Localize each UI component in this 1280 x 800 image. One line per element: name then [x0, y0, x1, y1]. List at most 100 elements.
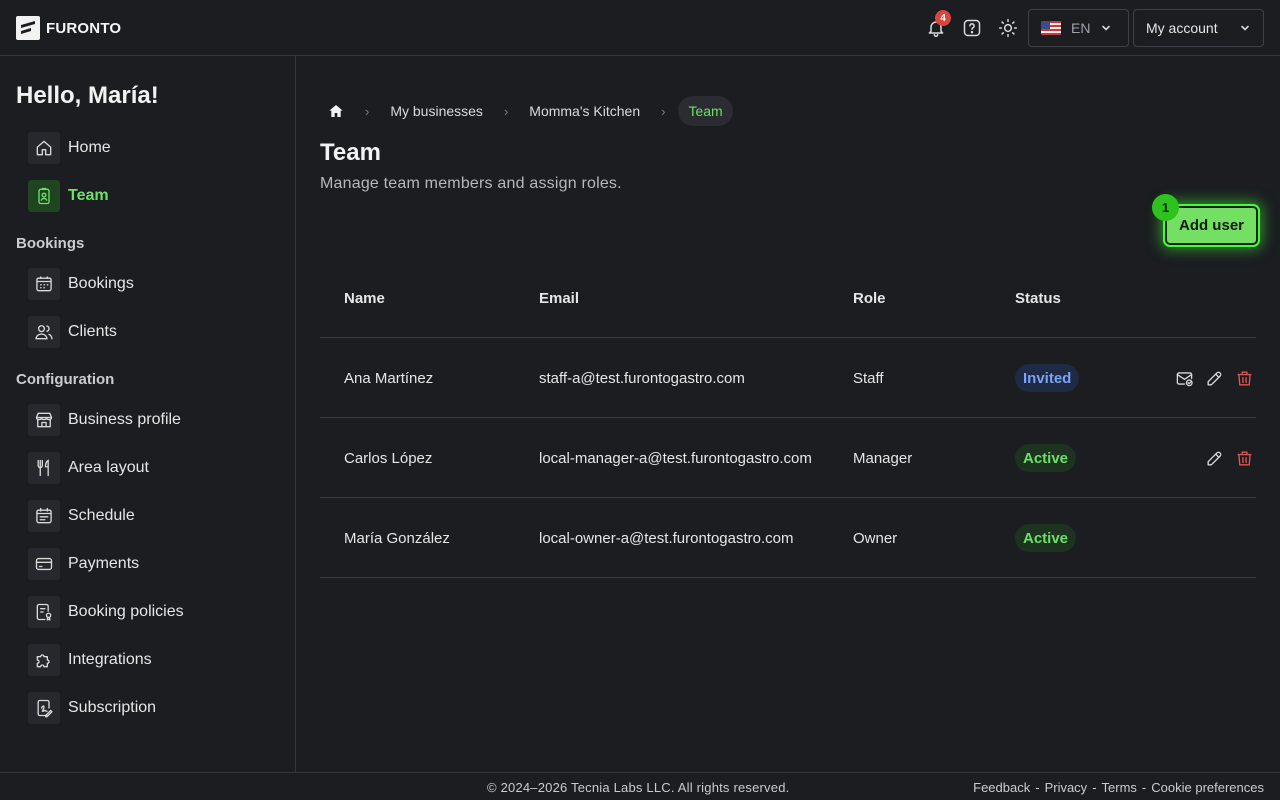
- footer-link-privacy[interactable]: Privacy: [1045, 780, 1088, 795]
- copyright: © 2024–2026 Tecnia Labs LLC. All rights …: [487, 780, 790, 795]
- notification-count-badge: 4: [935, 10, 951, 26]
- sidebar: Hello, María! Home Team Bookings Booking…: [0, 56, 296, 772]
- sidebar-item-subscription[interactable]: Subscription: [28, 692, 156, 724]
- resend-invite-icon[interactable]: [1174, 368, 1194, 388]
- home-icon: [28, 132, 60, 164]
- sidebar-section-bookings: Bookings: [16, 235, 85, 252]
- column-header-email[interactable]: Email: [539, 258, 579, 338]
- delete-icon[interactable]: [1234, 368, 1254, 388]
- step-badge: 1: [1152, 194, 1179, 221]
- status-badge: Active: [1015, 524, 1077, 552]
- chevron-down-icon: [1241, 25, 1249, 31]
- users-icon: [28, 316, 60, 348]
- sidebar-item-label: Booking policies: [68, 603, 184, 620]
- greeting: Hello, María!: [16, 82, 159, 109]
- top-bar: FURONTO 4 EN My account: [0, 0, 1280, 56]
- my-account-button[interactable]: My account: [1133, 9, 1264, 47]
- footer-link-terms[interactable]: Terms: [1102, 780, 1137, 795]
- sidebar-item-business-profile[interactable]: Business profile: [28, 404, 181, 436]
- chevron-right-icon: ›: [661, 103, 666, 119]
- member-role: Manager: [853, 449, 913, 467]
- member-name: Carlos López: [344, 449, 433, 467]
- sidebar-item-label: Schedule: [68, 507, 135, 524]
- home-icon: [329, 105, 343, 117]
- sidebar-item-home[interactable]: Home: [28, 132, 111, 164]
- breadcrumb: › My businesses › Momma's Kitchen › Team: [320, 96, 733, 126]
- member-name: María González: [344, 529, 450, 547]
- language-select[interactable]: EN: [1028, 9, 1129, 47]
- member-role: Owner: [853, 529, 898, 547]
- sidebar-item-label: Team: [68, 187, 109, 204]
- status-badge: Active: [1015, 444, 1077, 472]
- member-email: staff-a@test.furontogastro.com: [539, 369, 745, 387]
- add-user-button[interactable]: Add user: [1163, 204, 1260, 247]
- breadcrumb-home[interactable]: [320, 96, 352, 126]
- footer-separator: -: [1092, 780, 1097, 795]
- footer-separator: -: [1141, 780, 1147, 795]
- subscription-icon: [28, 692, 60, 724]
- breadcrumb-current: Team: [678, 96, 733, 126]
- page-title: Team: [320, 139, 381, 166]
- sidebar-item-payments[interactable]: Payments: [28, 548, 139, 580]
- sidebar-item-label: Business profile: [68, 411, 181, 428]
- edit-icon[interactable]: [1204, 448, 1224, 468]
- account-label: My account: [1146, 20, 1218, 36]
- us-flag-icon: [1041, 21, 1061, 35]
- column-header-name[interactable]: Name: [344, 258, 385, 338]
- sidebar-item-clients[interactable]: Clients: [28, 316, 117, 348]
- status-badge: Invited: [1015, 364, 1080, 392]
- chevron-right-icon: ›: [503, 103, 509, 119]
- member-email: local-owner-a@test.furontogastro.com: [539, 529, 794, 547]
- sidebar-item-label: Clients: [68, 323, 117, 340]
- sidebar-item-label: Area layout: [68, 459, 149, 476]
- edit-icon[interactable]: [1204, 368, 1224, 388]
- help-button[interactable]: [958, 14, 986, 42]
- help-icon: [963, 19, 981, 37]
- sidebar-item-label: Bookings: [68, 275, 134, 292]
- language-code: EN: [1071, 20, 1091, 36]
- breadcrumb-my-businesses[interactable]: My businesses: [382, 96, 491, 126]
- sidebar-item-label: Home: [68, 139, 111, 156]
- puzzle-icon: [28, 644, 60, 676]
- row-actions: [1144, 418, 1254, 498]
- page-subtitle: Manage team members and assign roles.: [320, 175, 622, 192]
- policy-icon: [28, 596, 60, 628]
- sidebar-item-integrations[interactable]: Integrations: [28, 644, 152, 676]
- breadcrumb-business[interactable]: Momma's Kitchen: [521, 96, 648, 126]
- logo[interactable]: FURONTO: [16, 16, 121, 40]
- chevron-down-icon: [1102, 25, 1111, 31]
- logo-mark-icon: [16, 16, 40, 40]
- sidebar-item-bookings[interactable]: Bookings: [28, 268, 134, 300]
- schedule-icon: [28, 500, 60, 532]
- column-header-status[interactable]: Status: [1015, 258, 1061, 338]
- sidebar-item-schedule[interactable]: Schedule: [28, 500, 135, 532]
- status-cell: Invited: [1015, 338, 1080, 418]
- table-row: María González local-owner-a@test.furont…: [320, 498, 1256, 578]
- sidebar-item-label: Subscription: [68, 699, 157, 716]
- footer-link-cookie-preferences[interactable]: Cookie preferences: [1151, 780, 1264, 795]
- status-cell: Active: [1015, 498, 1077, 578]
- footer: © 2024–2026 Tecnia Labs LLC. All rights …: [0, 772, 1280, 800]
- member-name: Ana Martínez: [344, 369, 434, 387]
- sidebar-item-booking-policies[interactable]: Booking policies: [28, 596, 184, 628]
- footer-link-feedback[interactable]: Feedback: [973, 780, 1030, 795]
- notifications-button[interactable]: 4: [922, 10, 951, 42]
- member-role: Staff: [853, 369, 884, 387]
- row-actions: [1144, 338, 1254, 418]
- status-cell: Active: [1015, 418, 1077, 498]
- table-row: Ana Martínez staff-a@test.furontogastro.…: [320, 338, 1256, 418]
- sidebar-item-label: Integrations: [68, 651, 152, 668]
- sidebar-section-configuration: Configuration: [16, 371, 115, 388]
- storefront-icon: [28, 404, 60, 436]
- column-header-role[interactable]: Role: [853, 258, 886, 338]
- sidebar-item-area-layout[interactable]: Area layout: [28, 452, 149, 484]
- theme-toggle-button[interactable]: [994, 14, 1022, 42]
- chevron-right-icon: ›: [365, 103, 370, 119]
- sidebar-item-label: Payments: [68, 555, 140, 572]
- member-email: local-manager-a@test.furontogastro.com: [539, 449, 812, 467]
- team-badge-icon: [28, 180, 60, 212]
- calendar-icon: [28, 268, 60, 300]
- team-table: Name Email Role Status Ana Martínez staf…: [320, 258, 1256, 578]
- sidebar-item-team[interactable]: Team: [28, 180, 109, 212]
- delete-icon[interactable]: [1234, 448, 1254, 468]
